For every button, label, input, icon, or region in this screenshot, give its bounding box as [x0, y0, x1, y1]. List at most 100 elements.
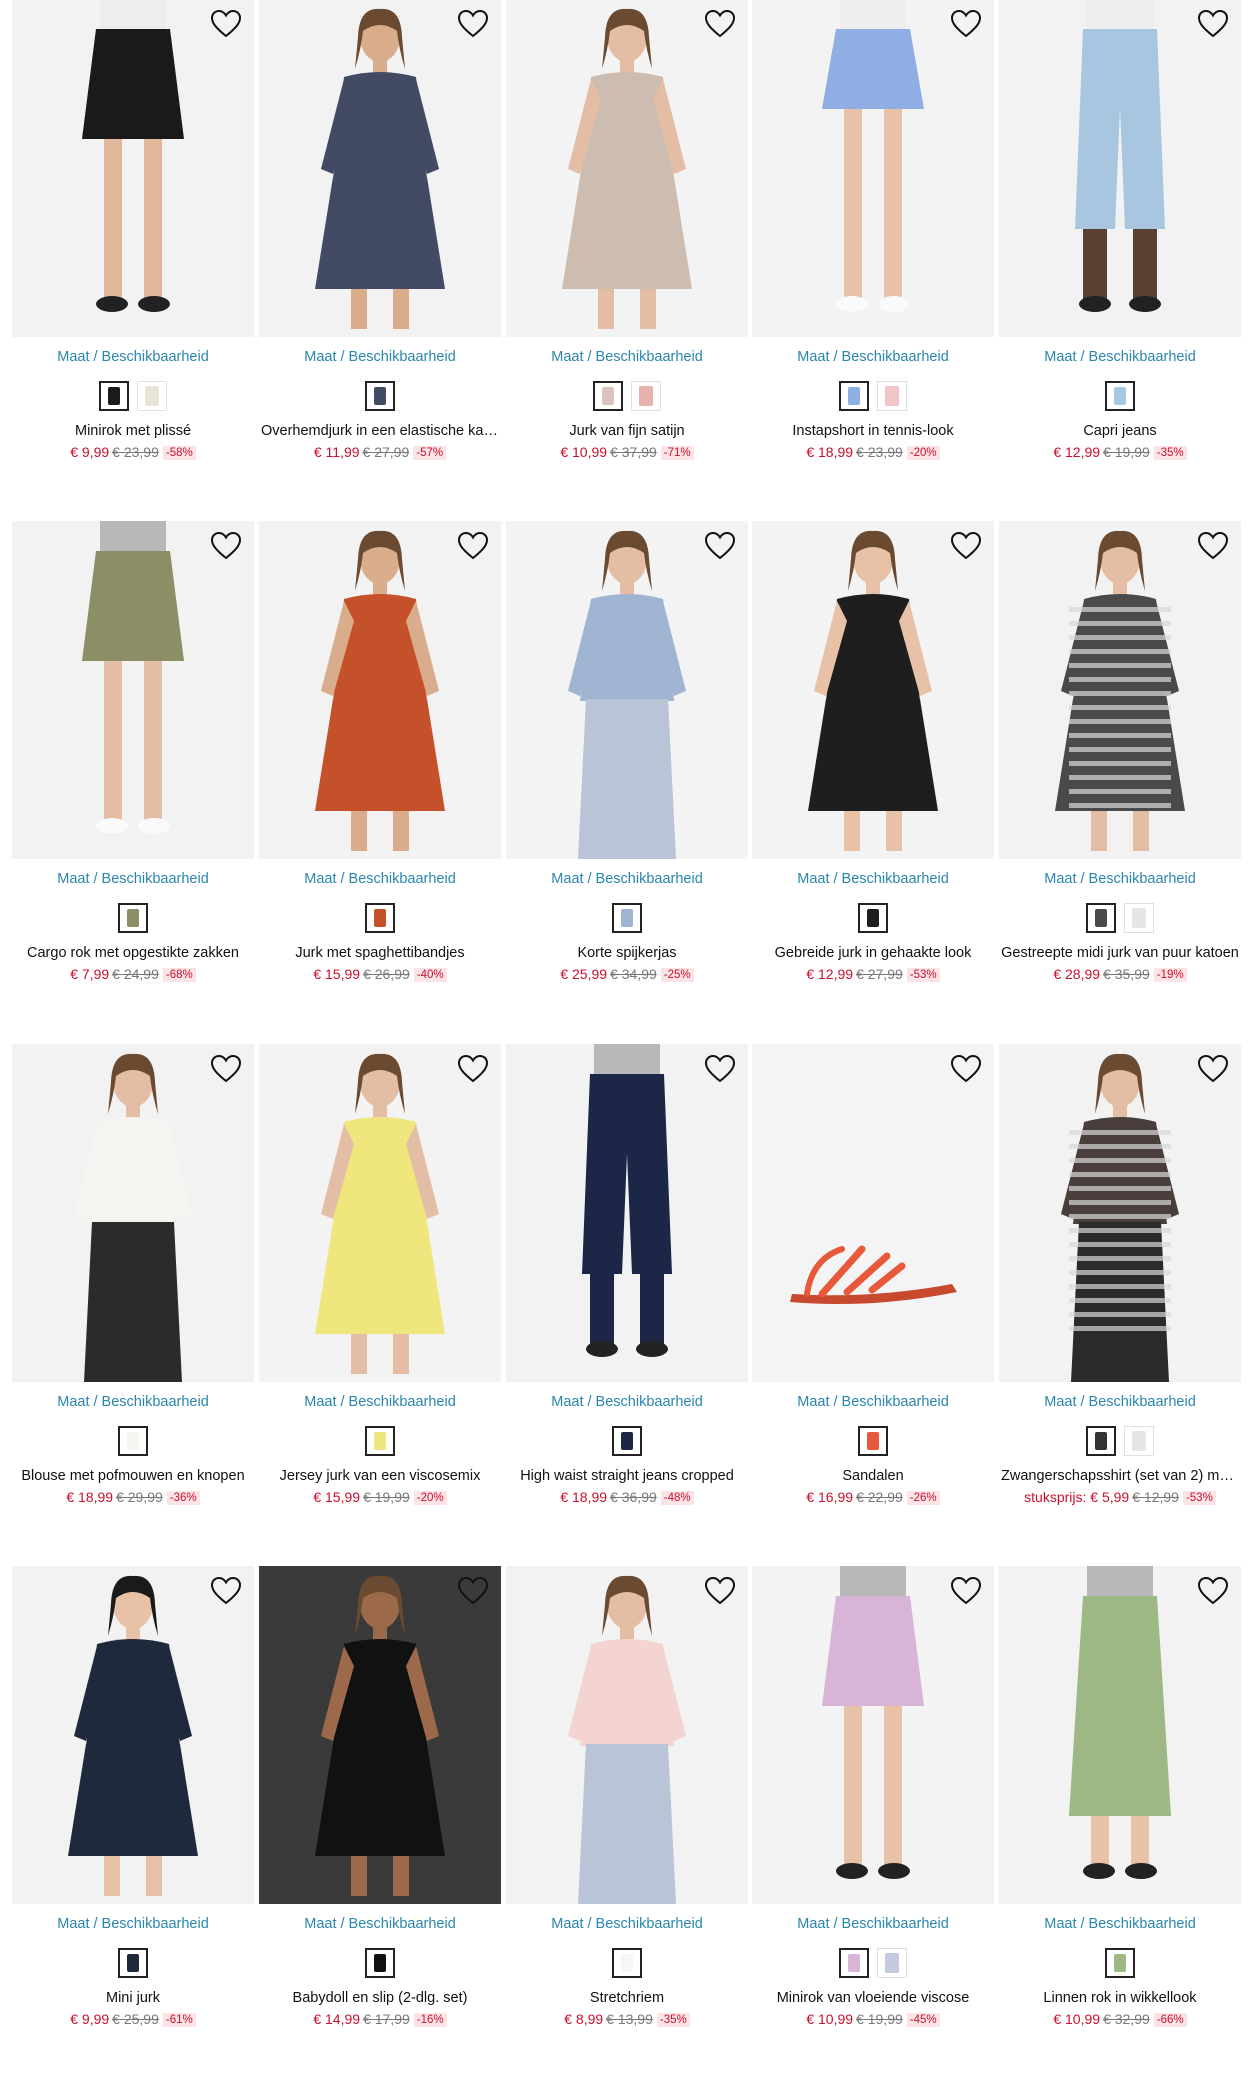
- size-availability-link[interactable]: Maat / Beschikbaarheid: [12, 871, 254, 887]
- product-name[interactable]: Jurk van fijn satijn: [506, 423, 748, 439]
- product-image[interactable]: [12, 0, 254, 337]
- color-swatch[interactable]: [612, 1948, 642, 1978]
- product-image[interactable]: [752, 1044, 994, 1382]
- wishlist-heart-icon[interactable]: [1197, 531, 1229, 561]
- size-availability-link[interactable]: Maat / Beschikbaarheid: [12, 1394, 254, 1410]
- size-availability-link[interactable]: Maat / Beschikbaarheid: [506, 1394, 748, 1410]
- color-swatch[interactable]: [631, 381, 661, 411]
- size-availability-link[interactable]: Maat / Beschikbaarheid: [999, 871, 1241, 887]
- color-swatch[interactable]: [839, 1948, 869, 1978]
- product-image[interactable]: [506, 0, 748, 337]
- product-image[interactable]: [999, 0, 1241, 337]
- product-name[interactable]: Gestreepte midi jurk van puur katoen: [999, 945, 1241, 961]
- size-availability-link[interactable]: Maat / Beschikbaarheid: [506, 871, 748, 887]
- size-availability-link[interactable]: Maat / Beschikbaarheid: [259, 1916, 501, 1932]
- wishlist-heart-icon[interactable]: [704, 9, 736, 39]
- product-image[interactable]: [999, 521, 1241, 859]
- color-swatch[interactable]: [839, 381, 869, 411]
- color-swatch[interactable]: [1124, 1426, 1154, 1456]
- size-availability-link[interactable]: Maat / Beschikbaarheid: [506, 349, 748, 365]
- product-name[interactable]: Sandalen: [752, 1468, 994, 1484]
- product-image[interactable]: [259, 521, 501, 859]
- size-availability-link[interactable]: Maat / Beschikbaarheid: [259, 349, 501, 365]
- product-name[interactable]: High waist straight jeans cropped: [506, 1468, 748, 1484]
- color-swatch[interactable]: [365, 1426, 395, 1456]
- product-image[interactable]: [752, 1566, 994, 1904]
- size-availability-link[interactable]: Maat / Beschikbaarheid: [999, 1394, 1241, 1410]
- color-swatch[interactable]: [858, 903, 888, 933]
- product-image[interactable]: [506, 1044, 748, 1382]
- product-name[interactable]: Cargo rok met opgestikte zakken: [12, 945, 254, 961]
- size-availability-link[interactable]: Maat / Beschikbaarheid: [12, 349, 254, 365]
- product-name[interactable]: Capri jeans: [999, 423, 1241, 439]
- product-name[interactable]: Minirok met plissé: [12, 423, 254, 439]
- wishlist-heart-icon[interactable]: [704, 531, 736, 561]
- wishlist-heart-icon[interactable]: [210, 1054, 242, 1084]
- wishlist-heart-icon[interactable]: [704, 1576, 736, 1606]
- color-swatch[interactable]: [118, 1426, 148, 1456]
- product-name[interactable]: Jersey jurk van een viscosemix: [259, 1468, 501, 1484]
- color-swatch[interactable]: [1105, 1948, 1135, 1978]
- product-image[interactable]: [12, 1566, 254, 1904]
- wishlist-heart-icon[interactable]: [950, 1054, 982, 1084]
- product-name[interactable]: Korte spijkerjas: [506, 945, 748, 961]
- color-swatch[interactable]: [1086, 903, 1116, 933]
- product-name[interactable]: Jurk met spaghettibandjes: [259, 945, 501, 961]
- wishlist-heart-icon[interactable]: [457, 1576, 489, 1606]
- color-swatch[interactable]: [118, 1948, 148, 1978]
- size-availability-link[interactable]: Maat / Beschikbaarheid: [999, 349, 1241, 365]
- wishlist-heart-icon[interactable]: [210, 1576, 242, 1606]
- wishlist-heart-icon[interactable]: [457, 1054, 489, 1084]
- product-image[interactable]: [752, 521, 994, 859]
- size-availability-link[interactable]: Maat / Beschikbaarheid: [259, 871, 501, 887]
- size-availability-link[interactable]: Maat / Beschikbaarheid: [752, 349, 994, 365]
- color-swatch[interactable]: [365, 1948, 395, 1978]
- size-availability-link[interactable]: Maat / Beschikbaarheid: [752, 1916, 994, 1932]
- wishlist-heart-icon[interactable]: [1197, 1054, 1229, 1084]
- product-image[interactable]: [999, 1566, 1241, 1904]
- product-image[interactable]: [259, 1044, 501, 1382]
- color-swatch[interactable]: [877, 1948, 907, 1978]
- product-name[interactable]: Zwangerschapsshirt (set van 2) met ronde…: [999, 1468, 1241, 1484]
- color-swatch[interactable]: [612, 903, 642, 933]
- product-image[interactable]: [259, 1566, 501, 1904]
- color-swatch[interactable]: [99, 381, 129, 411]
- wishlist-heart-icon[interactable]: [950, 9, 982, 39]
- size-availability-link[interactable]: Maat / Beschikbaarheid: [12, 1916, 254, 1932]
- color-swatch[interactable]: [1105, 381, 1135, 411]
- product-name[interactable]: Overhemdjurk in een elastische katoenmix: [259, 423, 501, 439]
- color-swatch[interactable]: [118, 903, 148, 933]
- color-swatch[interactable]: [612, 1426, 642, 1456]
- product-image[interactable]: [752, 0, 994, 337]
- wishlist-heart-icon[interactable]: [950, 531, 982, 561]
- wishlist-heart-icon[interactable]: [210, 9, 242, 39]
- wishlist-heart-icon[interactable]: [210, 531, 242, 561]
- product-name[interactable]: Minirok van vloeiende viscose: [752, 1990, 994, 2006]
- product-name[interactable]: Stretchriem: [506, 1990, 748, 2006]
- product-name[interactable]: Instapshort in tennis-look: [752, 423, 994, 439]
- color-swatch[interactable]: [137, 381, 167, 411]
- wishlist-heart-icon[interactable]: [704, 1054, 736, 1084]
- color-swatch[interactable]: [365, 903, 395, 933]
- wishlist-heart-icon[interactable]: [457, 531, 489, 561]
- product-name[interactable]: Blouse met pofmouwen en knopen: [12, 1468, 254, 1484]
- size-availability-link[interactable]: Maat / Beschikbaarheid: [999, 1916, 1241, 1932]
- product-image[interactable]: [12, 1044, 254, 1382]
- product-image[interactable]: [259, 0, 501, 337]
- size-availability-link[interactable]: Maat / Beschikbaarheid: [259, 1394, 501, 1410]
- wishlist-heart-icon[interactable]: [1197, 1576, 1229, 1606]
- color-swatch[interactable]: [365, 381, 395, 411]
- product-image[interactable]: [506, 1566, 748, 1904]
- wishlist-heart-icon[interactable]: [1197, 9, 1229, 39]
- color-swatch[interactable]: [593, 381, 623, 411]
- size-availability-link[interactable]: Maat / Beschikbaarheid: [752, 1394, 994, 1410]
- size-availability-link[interactable]: Maat / Beschikbaarheid: [752, 871, 994, 887]
- product-name[interactable]: Babydoll en slip (2-dlg. set): [259, 1990, 501, 2006]
- product-image[interactable]: [999, 1044, 1241, 1382]
- product-image[interactable]: [12, 521, 254, 859]
- color-swatch[interactable]: [1086, 1426, 1116, 1456]
- product-name[interactable]: Linnen rok in wikkellook: [999, 1990, 1241, 2006]
- product-image[interactable]: [506, 521, 748, 859]
- color-swatch[interactable]: [1124, 903, 1154, 933]
- wishlist-heart-icon[interactable]: [950, 1576, 982, 1606]
